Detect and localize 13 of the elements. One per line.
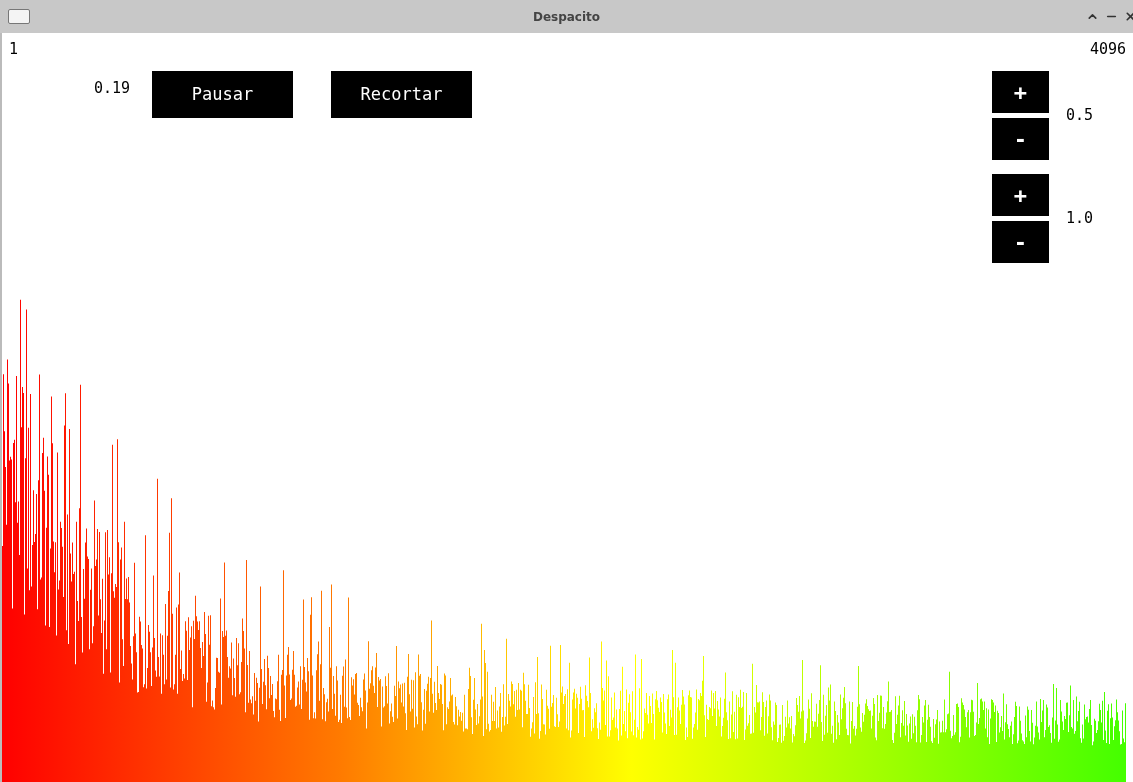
value-label: 1.0 bbox=[1065, 208, 1093, 230]
action-button[interactable]: Recortar bbox=[331, 71, 472, 118]
decrease-button[interactable]: - bbox=[991, 118, 1049, 160]
range-end-label: 4096 bbox=[1089, 39, 1126, 59]
window-title: Despacito bbox=[532, 8, 601, 26]
decrease-button[interactable]: - bbox=[991, 221, 1049, 263]
speed-label: 0.19 bbox=[94, 78, 132, 99]
action-button[interactable]: Pausar bbox=[152, 71, 293, 118]
window-icon bbox=[8, 9, 30, 24]
increase-button[interactable]: + bbox=[991, 174, 1049, 216]
range-start-label: 1 bbox=[9, 39, 19, 59]
value-label: 0.5 bbox=[1065, 105, 1093, 127]
increase-button[interactable]: + bbox=[991, 71, 1049, 113]
